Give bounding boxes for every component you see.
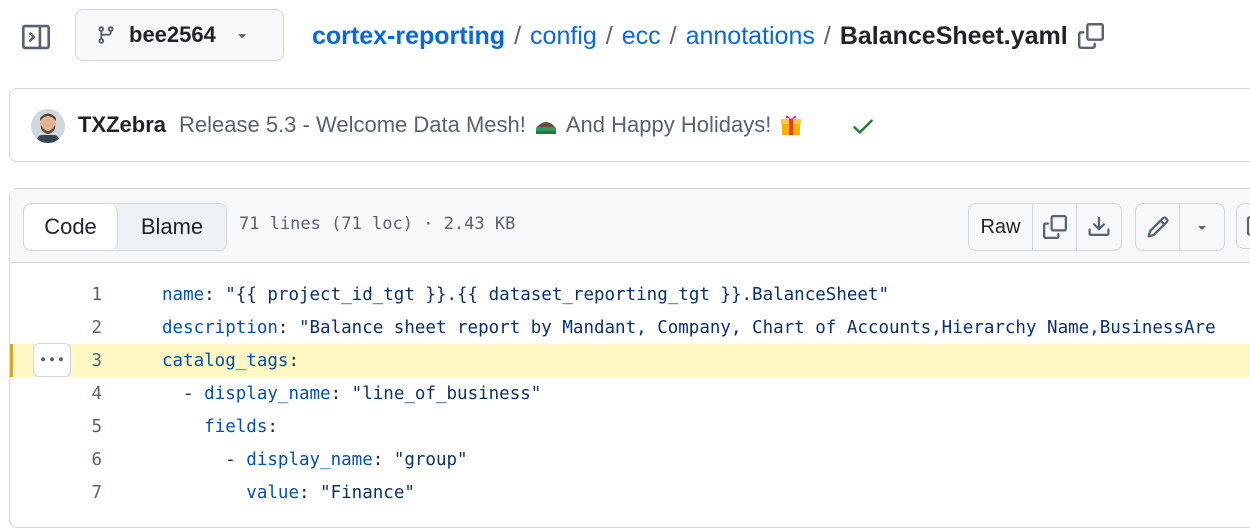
line-number[interactable]: 7 xyxy=(10,483,102,503)
copy-path-button[interactable] xyxy=(1077,23,1104,49)
yaml-key: value xyxy=(246,482,299,503)
breadcrumb-repo-link[interactable]: cortex-reporting xyxy=(312,22,505,51)
edit-actions-group xyxy=(1135,203,1225,251)
yaml-value: "line_of_business" xyxy=(351,383,542,404)
yaml-key: display_name xyxy=(204,383,331,404)
yaml-value: "Balance sheet report by Mandant, Compan… xyxy=(298,317,1216,338)
raw-button[interactable]: Raw xyxy=(969,204,1033,250)
code-text: - display_name: "line_of_business" xyxy=(162,384,541,404)
gift-emoji-icon xyxy=(779,113,803,137)
code-dash: - xyxy=(225,449,247,470)
file-info: 71 lines (71 loc) · 2.43 KB xyxy=(239,214,516,234)
code-line: 2 description: "Balance sheet report by M… xyxy=(10,311,1250,344)
breadcrumb-separator: / xyxy=(605,21,613,50)
code-text: description: "Balance sheet report by Ma… xyxy=(162,318,1216,338)
yaml-colon: : xyxy=(288,350,299,371)
yaml-value: "Finance" xyxy=(320,482,415,503)
breadcrumb-separator: / xyxy=(823,21,831,50)
branch-name: bee2564 xyxy=(129,22,216,47)
line-number[interactable]: 4 xyxy=(10,384,102,404)
yaml-key: description xyxy=(162,317,278,338)
download-button[interactable] xyxy=(1077,204,1121,250)
edit-file-button[interactable] xyxy=(1136,204,1180,250)
view-mode-tabs: Code Blame xyxy=(23,203,227,251)
line-options-button[interactable] xyxy=(33,343,71,377)
edit-dropdown-button[interactable] xyxy=(1180,204,1224,250)
commit-status-check-icon[interactable] xyxy=(850,113,876,144)
code-line: 4 - display_name: "line_of_business" xyxy=(10,377,1250,410)
avatar[interactable] xyxy=(31,109,65,143)
yaml-colon: : xyxy=(372,449,394,470)
sidebar-toggle-button[interactable] xyxy=(20,20,52,54)
code-text: value: "Finance" xyxy=(162,483,415,503)
sidebar-expand-icon xyxy=(22,24,50,50)
code-line: 3 catalog_tags: xyxy=(10,344,1250,377)
yaml-colon: : xyxy=(204,284,226,305)
cake-emoji-icon xyxy=(534,114,558,136)
code-view: 1 name: "{{ project_id_tgt }}.{{ dataset_… xyxy=(10,278,1250,509)
line-number[interactable]: 1 xyxy=(10,285,102,305)
breadcrumb: cortex-reporting / config / ecc / annota… xyxy=(312,14,1104,58)
branch-selector-button[interactable]: bee2564 xyxy=(75,9,284,61)
yaml-colon: : xyxy=(330,383,352,404)
tab-blame[interactable]: Blame xyxy=(118,204,226,250)
yaml-key: fields xyxy=(204,416,268,437)
line-number[interactable]: 2 xyxy=(10,318,102,338)
breadcrumb-annotations-link[interactable]: annotations xyxy=(686,22,815,51)
breadcrumb-ecc-link[interactable]: ecc xyxy=(622,22,661,51)
line-number[interactable]: 6 xyxy=(10,450,102,470)
line-number[interactable]: 5 xyxy=(10,417,102,437)
code-text: - display_name: "group" xyxy=(162,449,468,470)
tab-code[interactable]: Code xyxy=(24,204,118,250)
code-text: catalog_tags: xyxy=(162,351,299,371)
caret-down-icon xyxy=(1198,226,1206,230)
code-text: name: "{{ project_id_tgt }}.{{ dataset_r… xyxy=(162,285,889,305)
yaml-key: display_name xyxy=(246,449,373,470)
commit-message-part1: Release 5.3 - Welcome Data Mesh! xyxy=(179,112,526,137)
breadcrumb-file-name: BalanceSheet.yaml xyxy=(839,21,1068,50)
yaml-value: "{{ project_id_tgt }}.{{ dataset_reporti… xyxy=(225,284,889,305)
breadcrumb-config-link[interactable]: config xyxy=(530,22,597,51)
download-icon xyxy=(1088,216,1110,236)
yaml-key: catalog_tags xyxy=(162,350,289,371)
code-line: 1 name: "{{ project_id_tgt }}.{{ dataset_… xyxy=(10,278,1250,311)
symbols-panel-button[interactable] xyxy=(1236,203,1250,249)
caret-down-icon xyxy=(238,34,246,39)
commit-message[interactable]: Release 5.3 - Welcome Data Mesh! And Hap… xyxy=(179,112,811,138)
file-actions-group: Raw xyxy=(968,203,1122,251)
copy-icon xyxy=(1042,215,1067,239)
code-line: 5 fields: xyxy=(10,410,1250,443)
commit-message-part2: And Happy Holidays! xyxy=(565,112,772,137)
kebab-horizontal-icon xyxy=(41,357,63,362)
copy-icon xyxy=(1077,23,1104,49)
code-text: fields: xyxy=(162,417,278,437)
code-line: 7 value: "Finance" xyxy=(10,476,1250,509)
breadcrumb-separator: / xyxy=(669,21,677,50)
git-branch-icon xyxy=(98,26,114,44)
yaml-key: name xyxy=(162,284,205,305)
yaml-colon: : xyxy=(298,482,321,503)
yaml-value: "group" xyxy=(393,449,468,470)
code-line: 6 - display_name: "group" xyxy=(10,443,1250,476)
copy-raw-button[interactable] xyxy=(1033,204,1077,250)
pencil-icon xyxy=(1146,216,1169,238)
commit-author[interactable]: TXZebra xyxy=(78,112,166,138)
breadcrumb-separator: / xyxy=(514,21,522,50)
code-dash: - xyxy=(183,383,205,404)
yaml-colon: : xyxy=(277,317,299,338)
yaml-colon: : xyxy=(267,416,278,437)
